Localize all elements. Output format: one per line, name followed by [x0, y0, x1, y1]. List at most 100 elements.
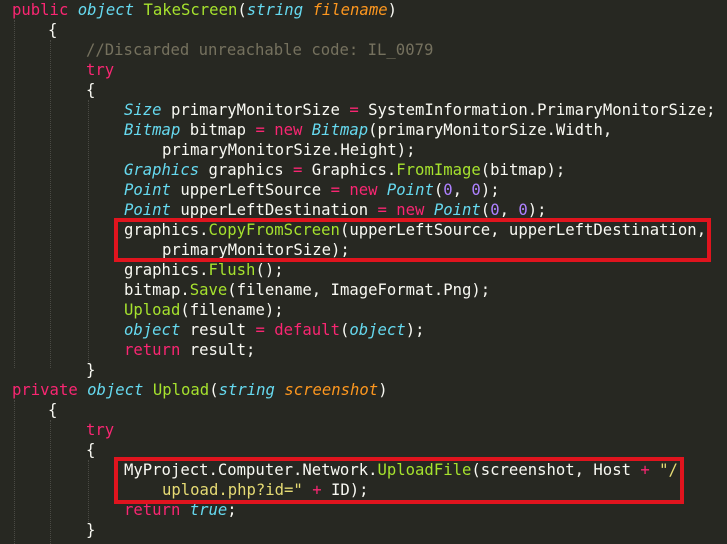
code-line-1[interactable]: public object TakeScreen(string filename…	[12, 0, 397, 20]
code-token: =	[349, 101, 359, 119]
code-token: new	[396, 201, 425, 219]
code-token: string	[246, 1, 304, 19]
code-token: screenshot	[284, 381, 379, 399]
code-editor[interactable]: public object TakeScreen(string filename…	[0, 0, 727, 544]
code-token: (bitmap);	[480, 161, 566, 179]
code-line-19[interactable]: }	[86, 360, 95, 380]
code-token: SystemInformation.PrimaryMonitorSize;	[358, 101, 716, 119]
code-token: (	[209, 381, 219, 399]
code-token: ();	[255, 261, 284, 279]
code-token: string	[218, 381, 275, 399]
code-line-21[interactable]: {	[48, 400, 57, 420]
code-token: Flush	[208, 261, 256, 279]
code-token: FromImage	[396, 161, 481, 179]
code-token: object	[77, 1, 135, 19]
code-token: try	[86, 61, 115, 79]
code-token: )	[387, 1, 397, 19]
code-line-17[interactable]: object result = default(object);	[124, 320, 424, 340]
indent-guide	[88, 460, 89, 524]
indent-guide	[50, 40, 51, 368]
code-line-7[interactable]: Bitmap bitmap = new Bitmap(primaryMonito…	[124, 120, 612, 140]
code-token: Point	[433, 201, 481, 219]
code-token: {	[48, 401, 58, 419]
code-token: (	[339, 321, 350, 339]
code-token: 0	[471, 181, 481, 199]
code-line-11[interactable]: Point upperLeftDestination = new Point(0…	[124, 200, 547, 220]
code-token: Upload	[152, 381, 210, 399]
code-token: 0	[443, 181, 453, 199]
code-token: =	[255, 121, 265, 139]
code-token: graphics.	[124, 261, 209, 279]
code-token: new	[349, 181, 378, 199]
code-token: 0	[490, 201, 500, 219]
code-token: object	[124, 321, 181, 339]
code-token: new	[274, 121, 303, 139]
code-token: ,	[452, 181, 472, 199]
code-line-4[interactable]: try	[86, 60, 114, 80]
code-token: =	[330, 181, 340, 199]
code-token: //Discarded unreachable code: IL_0079	[86, 41, 434, 59]
code-token: graphics	[199, 161, 293, 179]
code-token: {	[86, 441, 96, 459]
code-token: Point	[124, 201, 171, 219]
code-token: }	[86, 361, 96, 379]
highlight-box-copyfromscreen	[114, 218, 711, 262]
code-token: upperLeftSource	[170, 181, 331, 199]
code-line-23[interactable]: {	[86, 440, 95, 460]
code-line-2[interactable]: {	[48, 20, 57, 40]
code-token: filename	[312, 1, 388, 19]
code-token: result	[180, 321, 256, 339]
code-line-5[interactable]: {	[86, 80, 95, 100]
code-token: TakeScreen	[143, 1, 238, 19]
indent-guide	[88, 100, 89, 362]
indent-guide	[50, 420, 51, 544]
code-line-3[interactable]: //Discarded unreachable code: IL_0079	[86, 40, 433, 60]
code-token: Point	[124, 181, 171, 199]
indent-guide	[14, 400, 15, 544]
code-token: =	[377, 201, 387, 219]
code-token: private	[12, 381, 78, 399]
code-token: Bitmap	[311, 121, 369, 139]
code-token: {	[48, 21, 58, 39]
code-token: 0	[518, 201, 528, 219]
code-token: (	[480, 201, 491, 219]
code-token: (filename);	[180, 301, 284, 319]
code-token: =	[255, 321, 265, 339]
code-line-8[interactable]: primaryMonitorSize.Height);	[162, 140, 415, 160]
code-token: public	[12, 1, 69, 19]
code-line-15[interactable]: bitmap.Save(filename, ImageFormat.Png);	[124, 280, 490, 300]
code-line-9[interactable]: Graphics graphics = Graphics.FromImage(b…	[124, 160, 565, 180]
code-line-27[interactable]: }	[86, 520, 95, 540]
code-token: result;	[180, 341, 256, 359]
code-token: return	[124, 341, 181, 359]
code-token: Bitmap	[124, 121, 181, 139]
code-line-20[interactable]: private object Upload(string screenshot)	[12, 380, 388, 400]
code-line-14[interactable]: graphics.Flush();	[124, 260, 284, 280]
code-token: Point	[386, 181, 434, 199]
code-line-16[interactable]: Upload(filename);	[124, 300, 284, 320]
code-token: (	[433, 181, 444, 199]
code-token: primaryMonitorSize	[161, 101, 350, 119]
code-token: Graphics.	[302, 161, 397, 179]
code-line-10[interactable]: Point upperLeftSource = new Point(0, 0);	[124, 180, 500, 200]
code-token: Graphics	[124, 161, 200, 179]
code-token: default	[274, 321, 340, 339]
code-token: bitmap.	[124, 281, 190, 299]
code-token: Save	[189, 281, 228, 299]
code-token: (	[237, 1, 247, 19]
code-token: (filename, ImageFormat.Png);	[227, 281, 491, 299]
code-token: upperLeftDestination	[170, 201, 378, 219]
code-token: );	[480, 181, 500, 199]
code-line-6[interactable]: Size primaryMonitorSize = SystemInformat…	[124, 100, 715, 120]
code-line-22[interactable]: try	[86, 420, 114, 440]
code-line-18[interactable]: return result;	[124, 340, 255, 360]
highlight-box-uploadfile	[114, 457, 684, 504]
